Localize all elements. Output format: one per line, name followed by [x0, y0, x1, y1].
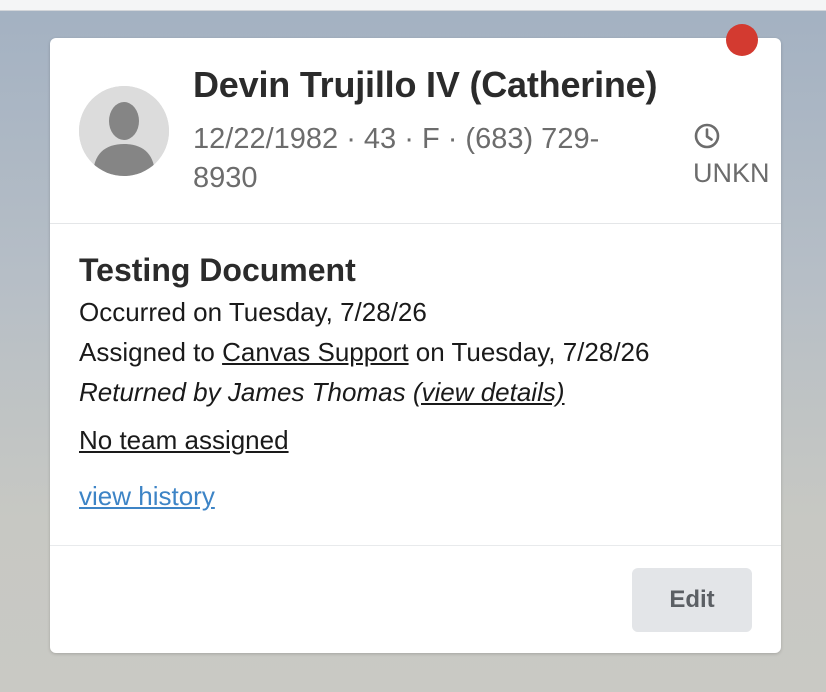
person-silhouette-icon [79, 86, 169, 176]
card-header: Devin Trujillo IV (Catherine) 12/22/1982… [50, 38, 781, 224]
occurred-text: Occurred on Tuesday, 7/28/26 [79, 297, 427, 327]
returned-prefix: Returned by James Thomas [79, 377, 413, 407]
patient-task-card: Devin Trujillo IV (Catherine) 12/22/1982… [50, 38, 781, 653]
status-indicator: UNKN [693, 122, 781, 189]
assigned-suffix: on Tuesday, 7/28/26 [408, 337, 650, 367]
card-body: Testing Document Occurred on Tuesday, 7/… [79, 248, 759, 516]
patient-info: 12/22/1982 · 43 · F · (683) 729-8930 [193, 123, 600, 194]
document-title: Testing Document [79, 252, 356, 288]
view-history-link[interactable]: view history [79, 476, 215, 516]
view-details-link[interactable]: (view details) [413, 377, 565, 407]
avatar [79, 86, 169, 176]
returned-line: Returned by James Thomas (view details) [79, 372, 759, 412]
card-footer: Edit [50, 545, 781, 653]
clock-icon [694, 123, 720, 149]
assigned-line: Assigned to Canvas Support on Tuesday, 7… [79, 332, 759, 372]
patient-name: Devin Trujillo IV (Catherine) [193, 64, 658, 105]
team-assign-link[interactable]: No team assigned [79, 420, 289, 460]
window-top-strip [0, 0, 826, 11]
assigned-prefix: Assigned to [79, 337, 223, 367]
assignee-link[interactable]: Canvas Support [222, 337, 408, 367]
notification-dot-icon [726, 24, 758, 56]
status-label: UNKN [693, 158, 770, 188]
edit-button[interactable]: Edit [632, 568, 752, 632]
